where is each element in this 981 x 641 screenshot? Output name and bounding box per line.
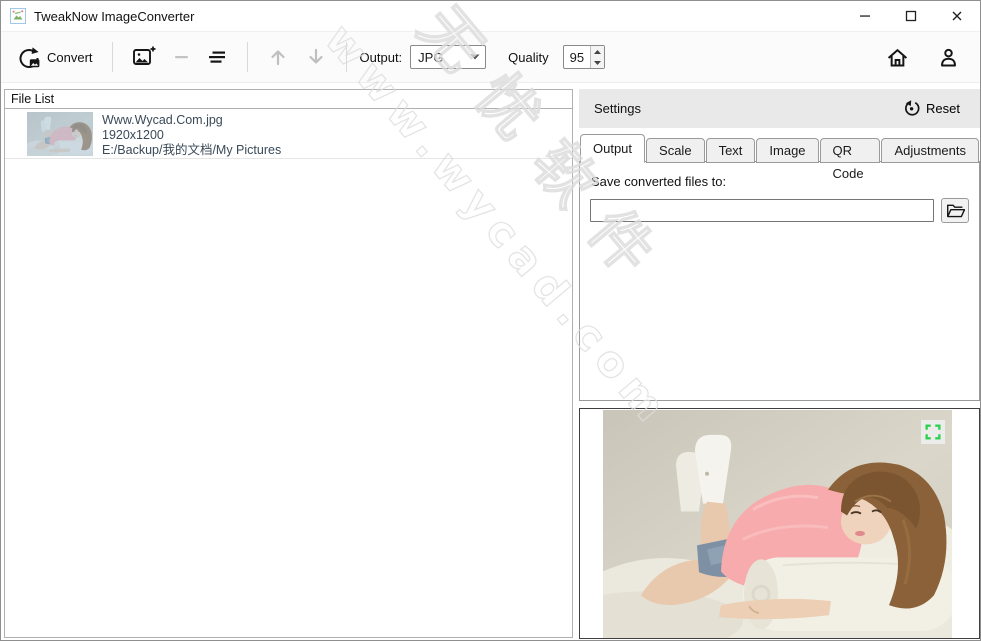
save-path-input[interactable] xyxy=(590,199,934,222)
file-resolution: 1920x1200 xyxy=(102,128,281,143)
spin-down-icon xyxy=(594,61,601,65)
reset-button[interactable]: Reset xyxy=(897,96,966,121)
convert-button[interactable]: Convert xyxy=(9,40,101,75)
output-format-value: JPG xyxy=(418,50,470,65)
open-folder-icon xyxy=(946,202,965,219)
reset-icon xyxy=(903,100,920,117)
file-list-row[interactable]: Www.Wycad.Com.jpg 1920x1200 E:/Backup/我的… xyxy=(5,109,572,159)
minimize-icon xyxy=(859,10,871,22)
output-label: Output: xyxy=(360,50,403,65)
settings-title: Settings xyxy=(594,101,641,116)
add-image-button[interactable] xyxy=(124,39,164,75)
clear-list-button[interactable] xyxy=(200,41,236,73)
quality-stepper[interactable]: 95 xyxy=(563,45,605,69)
reset-label: Reset xyxy=(926,101,960,116)
maximize-icon xyxy=(905,10,917,22)
toolbar-separator xyxy=(346,42,347,72)
file-meta: Www.Wycad.Com.jpg 1920x1200 E:/Backup/我的… xyxy=(102,112,281,158)
tab-qr-code[interactable]: QR Code xyxy=(820,138,881,163)
settings-panel: Settings Reset Output Scale Text Image Q… xyxy=(579,89,980,401)
file-path: E:/Backup/我的文档/My Pictures xyxy=(102,143,281,158)
quality-label: Quality xyxy=(508,50,548,65)
toolbar-separator xyxy=(247,42,248,72)
person-icon xyxy=(937,46,960,69)
close-button[interactable] xyxy=(934,1,980,31)
file-name: Www.Wycad.Com.jpg xyxy=(102,113,281,128)
home-button[interactable] xyxy=(878,40,917,75)
move-up-button[interactable] xyxy=(259,40,297,74)
tab-output[interactable]: Output xyxy=(580,134,645,163)
window-controls xyxy=(842,1,980,31)
file-list-header: File List xyxy=(5,90,572,109)
save-destination-label: Save converted files to: xyxy=(591,174,969,189)
convert-icon xyxy=(17,46,40,69)
browse-folder-button[interactable] xyxy=(941,198,969,223)
maximize-button[interactable] xyxy=(888,1,934,31)
tab-adjustments[interactable]: Adjustments xyxy=(881,138,979,163)
quality-spin-buttons xyxy=(590,46,604,68)
close-icon xyxy=(951,10,963,22)
add-image-icon xyxy=(132,45,156,69)
fullscreen-button[interactable] xyxy=(921,420,945,444)
file-thumbnail xyxy=(27,112,93,156)
output-format-select[interactable]: JPG xyxy=(410,45,486,69)
tab-scale[interactable]: Scale xyxy=(646,138,705,163)
app-window: TweakNow ImageConverter Convert xyxy=(0,0,981,641)
preview-panel xyxy=(579,408,980,639)
tab-text[interactable]: Text xyxy=(706,138,756,163)
arrow-up-icon xyxy=(267,46,289,68)
clear-list-icon xyxy=(208,47,228,67)
home-icon xyxy=(886,46,909,69)
file-list-panel: File List Www.Wycad.Com.jpg 1920x1200 E:… xyxy=(4,89,573,638)
spin-up-icon xyxy=(594,50,601,54)
minimize-button[interactable] xyxy=(842,1,888,31)
chevron-down-icon xyxy=(470,54,480,60)
convert-label: Convert xyxy=(47,50,93,65)
toolbar: Convert xyxy=(1,31,980,83)
settings-header: Settings Reset xyxy=(579,89,980,128)
settings-tabs: Output Scale Text Image QR Code Adjustme… xyxy=(580,133,980,162)
arrow-down-icon xyxy=(305,46,327,68)
preview-image xyxy=(603,410,952,638)
app-icon xyxy=(10,8,26,24)
remove-image-button[interactable] xyxy=(164,41,200,73)
remove-icon xyxy=(172,47,192,67)
quality-value: 95 xyxy=(564,46,590,68)
tab-image[interactable]: Image xyxy=(756,138,818,163)
move-down-button[interactable] xyxy=(297,40,335,74)
title-bar: TweakNow ImageConverter xyxy=(1,1,980,31)
toolbar-separator xyxy=(112,42,113,72)
fullscreen-brackets-icon xyxy=(923,422,943,442)
account-button[interactable] xyxy=(929,40,968,75)
output-tab-content: Save converted files to: xyxy=(579,161,980,401)
quality-decrement-button[interactable] xyxy=(591,57,604,68)
quality-increment-button[interactable] xyxy=(591,46,604,57)
window-title: TweakNow ImageConverter xyxy=(34,9,194,24)
